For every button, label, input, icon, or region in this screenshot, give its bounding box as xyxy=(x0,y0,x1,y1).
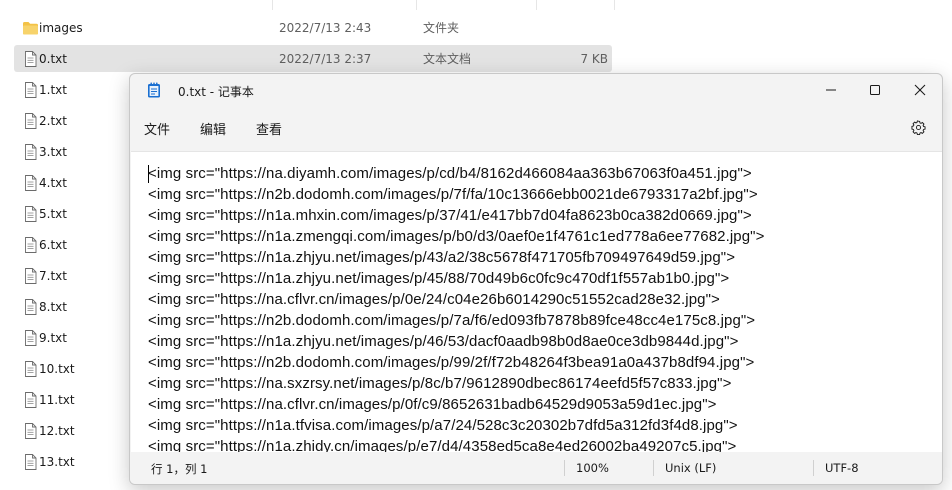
file-name: 13.txt xyxy=(39,454,75,469)
notepad-icon xyxy=(148,82,160,98)
editor-content[interactable]: <img src="https://na.diyamh.com/images/p… xyxy=(148,163,764,453)
file-row[interactable]: images 2022/7/13 2:43 文件夹 xyxy=(14,14,612,41)
cursor-position: 行 1，列 1 xyxy=(151,462,208,476)
title-bar[interactable]: 0.txt - 记事本 xyxy=(130,74,942,106)
line-ending: Unix (LF) xyxy=(665,461,717,475)
editor-line: <img src="https://n1a.tfvisa.com/images/… xyxy=(148,417,738,434)
file-name: 3.txt xyxy=(39,144,67,159)
notepad-window: 0.txt - 记事本 文件 编辑 查看 <img src="https://n… xyxy=(129,73,943,485)
editor-line: <img src="https://na.cflvr.cn/images/p/0… xyxy=(148,291,720,308)
close-icon xyxy=(914,84,926,96)
menu-bar: 文件 编辑 查看 xyxy=(130,112,942,142)
file-name: 10.txt xyxy=(39,361,75,376)
column-divider[interactable] xyxy=(614,0,615,10)
zoom-level: 100% xyxy=(576,461,609,475)
minimize-button[interactable] xyxy=(808,74,854,106)
file-name: 7.txt xyxy=(39,268,67,283)
maximize-button[interactable] xyxy=(852,74,898,106)
column-divider[interactable] xyxy=(416,0,417,10)
editor-line: <img src="https://n1a.zmengqi.com/images… xyxy=(148,228,765,245)
settings-button[interactable] xyxy=(908,117,928,137)
editor-line: <img src="https://n2b.dodomh.com/images/… xyxy=(148,312,756,329)
editor-line: <img src="https://n1a.mhxin.com/images/p… xyxy=(148,207,752,224)
file-name: 9.txt xyxy=(39,330,67,345)
maximize-icon xyxy=(870,85,880,95)
editor-line: <img src="https://n1a.zhjyu.net/images/p… xyxy=(148,333,739,350)
editor-line: <img src="https://n2b.dodomh.com/images/… xyxy=(148,354,755,371)
gear-icon xyxy=(910,119,926,135)
file-size: 7 KB xyxy=(580,51,608,66)
column-divider[interactable] xyxy=(536,0,537,10)
editor-line: <img src="https://n1a.zhjyu.net/images/p… xyxy=(148,270,730,287)
editor-line: <img src="https://n1a.zhjyu.net/images/p… xyxy=(148,249,736,266)
editor-line: <img src="https://n1a.zhidy.cn/images/p/… xyxy=(148,438,737,453)
file-name: 11.txt xyxy=(39,392,75,407)
file-name: images xyxy=(39,20,83,35)
editor-line: <img src="https://na.diyamh.com/images/p… xyxy=(148,165,752,182)
file-name: 6.txt xyxy=(39,237,67,252)
status-bar: 行 1，列 1 100% Unix (LF) UTF-8 xyxy=(130,452,942,484)
file-name: 5.txt xyxy=(39,206,67,221)
editor-line: <img src="https://na.sxzrsy.net/images/p… xyxy=(148,375,732,392)
editor-line: <img src="https://na.cflvr.cn/images/p/0… xyxy=(148,396,717,413)
file-name: 8.txt xyxy=(39,299,67,314)
encoding: UTF-8 xyxy=(825,461,859,475)
menu-file[interactable]: 文件 xyxy=(144,119,170,138)
menu-view[interactable]: 查看 xyxy=(256,119,282,138)
desktop-screen: images 2022/7/13 2:43 文件夹 0.txt 2022/7/13 2:… xyxy=(0,0,952,490)
minimize-icon xyxy=(826,89,836,91)
status-divider xyxy=(813,460,814,476)
editor-line: <img src="https://n2b.dodomh.com/images/… xyxy=(148,186,758,203)
file-row[interactable]: 0.txt 2022/7/13 2:37 文本文档 7 KB xyxy=(14,45,612,72)
text-editor[interactable]: <img src="https://na.diyamh.com/images/p… xyxy=(131,151,942,453)
status-divider xyxy=(564,460,565,476)
status-divider xyxy=(653,460,654,476)
file-name: 12.txt xyxy=(39,423,75,438)
file-type: 文件夹 xyxy=(423,21,460,35)
column-divider[interactable] xyxy=(272,0,273,10)
file-modified-date: 2022/7/13 2:43 xyxy=(279,20,372,35)
menu-edit[interactable]: 编辑 xyxy=(200,119,226,138)
file-name: 0.txt xyxy=(39,51,67,66)
file-name: 2.txt xyxy=(39,113,67,128)
file-name: 1.txt xyxy=(39,82,67,97)
window-title: 0.txt - 记事本 xyxy=(178,85,254,99)
file-name: 4.txt xyxy=(39,175,67,190)
file-modified-date: 2022/7/13 2:37 xyxy=(279,51,372,66)
close-button[interactable] xyxy=(897,74,942,106)
file-type: 文本文档 xyxy=(423,52,472,66)
